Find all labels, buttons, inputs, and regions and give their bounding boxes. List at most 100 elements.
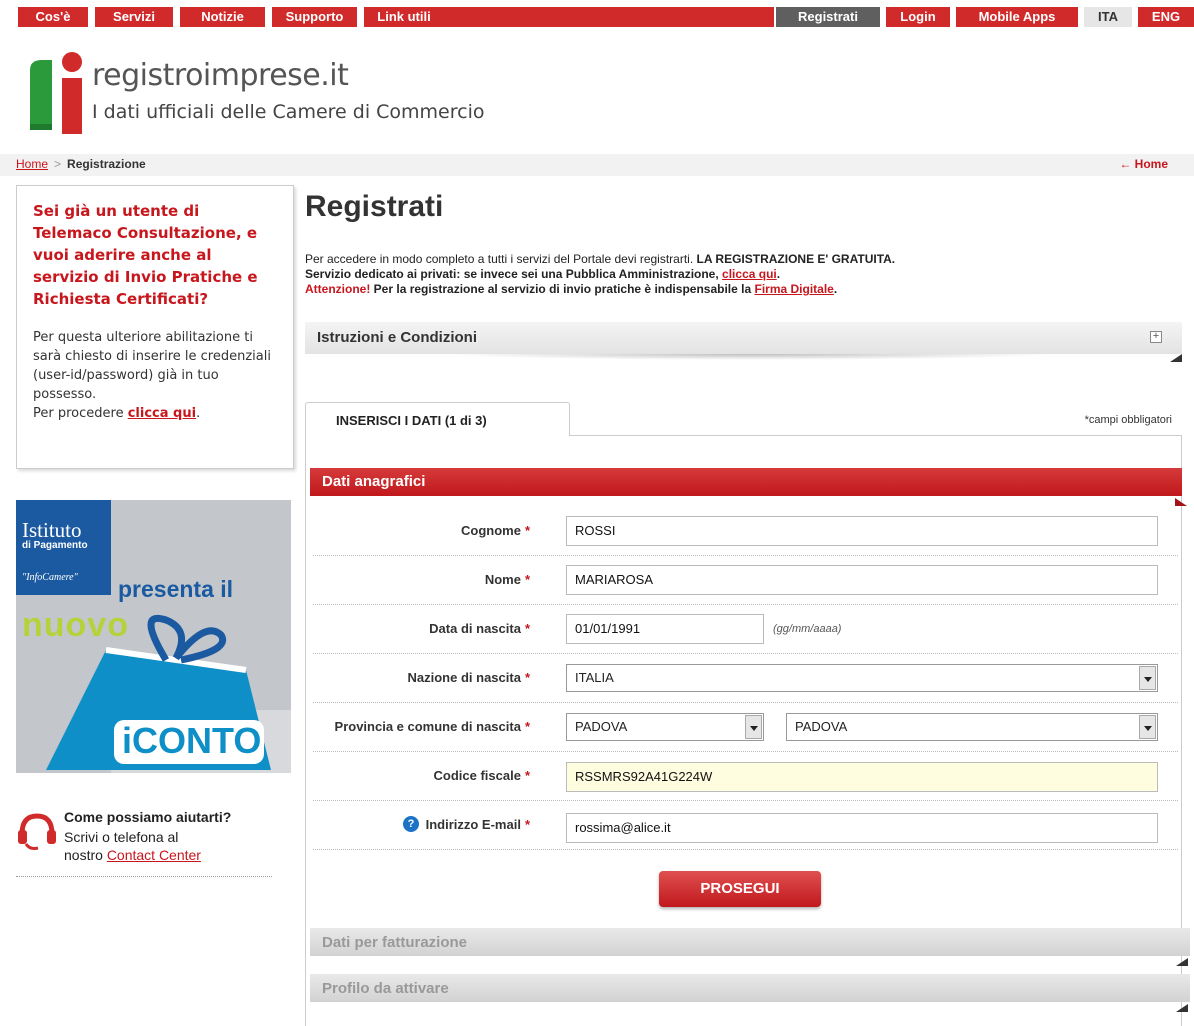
promo-body: Per questa ulteriore abilitazione ti sar… (33, 330, 271, 402)
corner-fold (1176, 958, 1188, 966)
nav-supporto[interactable]: Supporto (272, 7, 357, 27)
intro-line1: Per accedere in modo completo a tutti i … (305, 252, 1165, 267)
top-navigation: Cos'è Servizi Notizie Supporto Link util… (0, 0, 1194, 34)
nav-notizie[interactable]: Notizie (180, 7, 265, 27)
required-star: * (524, 768, 530, 783)
nav-link-utili[interactable]: Link utili (364, 7, 444, 27)
intro-line3-text: Per la registrazione al servizio di invi… (373, 282, 752, 296)
provincia-label-text: Provincia e comune di nascita (334, 719, 521, 734)
istruzioni-section-header[interactable]: Istruzioni e Condizioni + (305, 322, 1182, 354)
section-shadow (440, 354, 1060, 360)
cognome-field[interactable]: ROSSI (566, 516, 1158, 546)
corner-fold (1176, 1004, 1188, 1012)
breadcrumb-bar: Home > Registrazione ← Home (0, 154, 1194, 176)
help-title: Come possiamo aiutarti? (64, 809, 232, 825)
intro-line1-text: Per accedere in modo completo a tutti i … (305, 252, 694, 266)
intro-free: LA REGISTRAZIONE E' GRATUITA. (696, 252, 896, 266)
intro-line3-end: . (833, 282, 838, 296)
promo-cta-link[interactable]: clicca qui (128, 406, 196, 421)
breadcrumb: Home > Registrazione (16, 157, 146, 171)
corner-fold-red (1175, 498, 1187, 506)
contact-center-link[interactable]: Contact Center (107, 847, 201, 863)
lang-eng[interactable]: ENG (1138, 7, 1194, 27)
banner-line2: di Pagamento (22, 540, 88, 551)
expand-icon[interactable]: + (1150, 331, 1162, 343)
tab-label: INSERISCI I DATI (1 di 3) (336, 413, 487, 428)
nav-spacer (444, 7, 774, 27)
codice-fiscale-label: Codice fiscale * (434, 768, 531, 783)
nome-label: Nome * (485, 572, 530, 587)
home-back-link[interactable]: ← Home (1119, 157, 1168, 171)
promo-text: Per questa ulteriore abilitazione ti sar… (33, 328, 277, 423)
nome-field[interactable]: MARIAROSA (566, 565, 1158, 595)
data-nascita-label-text: Data di nascita (429, 621, 521, 636)
breadcrumb-home[interactable]: Home (16, 157, 48, 171)
required-star: * (524, 572, 530, 587)
iconto-banner[interactable]: Istituto di Pagamento "InfoCamere" prese… (16, 500, 291, 773)
promo-cta-prefix: Per procedere (33, 406, 124, 421)
provincia-label: Provincia e comune di nascita * (335, 719, 530, 734)
firma-digitale-link[interactable]: Firma Digitale (754, 282, 833, 296)
help-line2-prefix: nostro (64, 847, 103, 863)
codice-fiscale-label-text: Codice fiscale (433, 768, 521, 783)
intro-text: Per accedere in modo completo a tutti i … (305, 252, 1165, 297)
required-note: *campi obbligatori (1084, 414, 1172, 426)
required-star: * (524, 817, 530, 832)
dati-anagrafici-header: Dati anagrafici (310, 468, 1182, 496)
nav-mobile-apps[interactable]: Mobile Apps (956, 7, 1078, 27)
banner-line5: nuovo (22, 606, 129, 644)
required-star: * (524, 670, 530, 685)
corner-fold (1170, 354, 1182, 362)
telemaco-promo-box: Sei già un utente di Telemaco Consultazi… (16, 185, 294, 469)
dropdown-arrow-icon (1139, 715, 1156, 739)
logo-subtitle: I dati ufficiali delle Camere di Commerc… (92, 101, 485, 123)
istruzioni-label: Istruzioni e Condizioni (317, 329, 477, 346)
nav-cose[interactable]: Cos'è (18, 7, 88, 27)
tab-inserisci-dati[interactable]: INSERISCI I DATI (1 di 3) (305, 402, 570, 436)
prosegui-button[interactable]: PROSEGUI (659, 871, 821, 907)
help-question-icon[interactable]: ? (403, 816, 419, 832)
email-label-text: Indirizzo E-mail (425, 817, 521, 832)
date-format-hint: (gg/mm/aaaa) (773, 623, 842, 635)
nome-label-text: Nome (484, 572, 521, 587)
cognome-label-text: Cognome (460, 523, 521, 538)
dropdown-arrow-icon (1139, 666, 1156, 690)
fatturazione-section-header[interactable]: Dati per fatturazione (310, 928, 1190, 956)
nazione-label-text: Nazione di nascita (407, 670, 521, 685)
codice-fiscale-field[interactable]: RSSMRS92A41G224W (566, 762, 1158, 792)
nav-registrati[interactable]: Registrati (776, 7, 880, 27)
dropdown-arrow-icon (745, 715, 762, 739)
breadcrumb-current: Registrazione (67, 157, 146, 171)
cognome-label: Cognome * (461, 523, 530, 538)
email-label: Indirizzo E-mail * (426, 817, 530, 832)
intro-line2-text: Servizio dedicato ai privati: se invece … (305, 267, 719, 281)
breadcrumb-separator: > (54, 157, 62, 171)
intro-line3: Attenzione! Per la registrazione al serv… (305, 282, 1165, 297)
provincia-value: PADOVA (575, 719, 628, 734)
pa-clicca-qui-link[interactable]: clicca qui (722, 267, 777, 281)
nazione-value: ITALIA (575, 670, 614, 685)
nazione-select[interactable]: ITALIA (566, 664, 1158, 692)
provincia-select[interactable]: PADOVA (566, 713, 764, 741)
site-logo[interactable]: registroimprese.it I dati ufficiali dell… (30, 52, 550, 134)
banner-line6: iCONTO (122, 720, 262, 761)
logo-title: registroimprese.it (92, 58, 349, 93)
data-nascita-field[interactable]: 01/01/1991 (566, 614, 764, 644)
intro-line2: Servizio dedicato ai privati: se invece … (305, 267, 1165, 282)
nav-login[interactable]: Login (886, 7, 950, 27)
comune-select[interactable]: PADOVA (786, 713, 1158, 741)
intro-attention: Attenzione! (305, 282, 371, 296)
required-star: * (524, 523, 530, 538)
arrow-left-icon: ← (1119, 157, 1132, 171)
promo-heading: Sei già un utente di Telemaco Consultazi… (33, 202, 258, 308)
home-back-label: Home (1134, 157, 1168, 171)
dati-anagrafici-label: Dati anagrafici (322, 473, 426, 490)
promo-cta-suffix: . (196, 406, 201, 421)
email-field[interactable]: rossima@alice.it (566, 813, 1158, 843)
data-nascita-label: Data di nascita * (429, 621, 530, 636)
nav-servizi[interactable]: Servizi (95, 7, 173, 27)
required-star: * (524, 621, 530, 636)
profilo-section-header[interactable]: Profilo da attivare (310, 974, 1190, 1002)
fatturazione-label: Dati per fatturazione (322, 934, 468, 951)
lang-ita[interactable]: ITA (1084, 7, 1132, 27)
